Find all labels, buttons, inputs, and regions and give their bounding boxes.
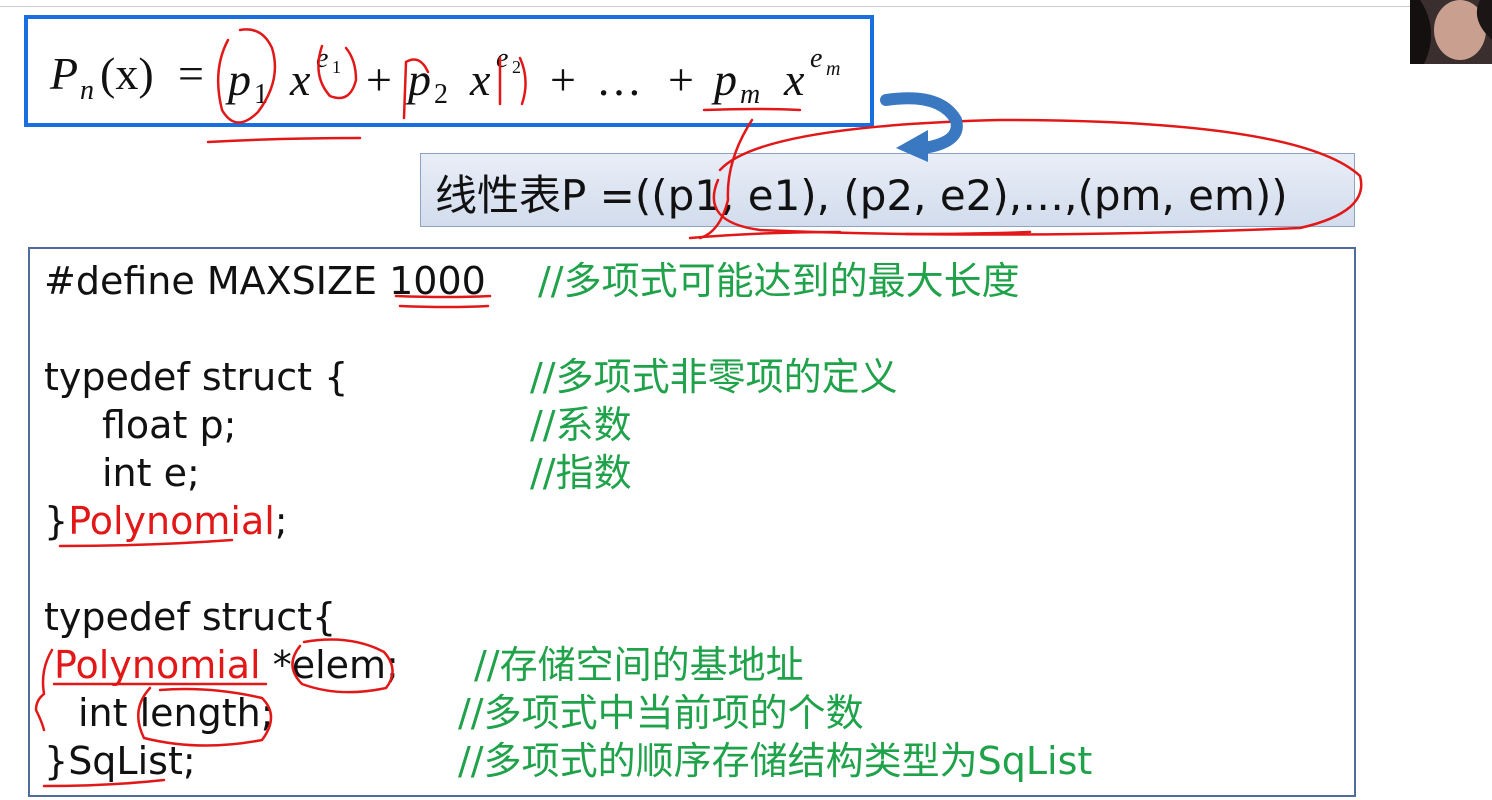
- code-block: #define MAXSIZE 1000 //多项式可能达到的最大长度 type…: [28, 247, 1356, 797]
- formula-x1: x: [289, 54, 311, 105]
- elem-comment: //存储空间的基地址: [474, 643, 804, 687]
- define-value: 1000: [389, 259, 486, 303]
- elem-type: Polynomial: [54, 643, 261, 687]
- define-prefix: #define MAXSIZE: [44, 259, 390, 303]
- struct1-open-comment: //多项式非零项的定义: [530, 355, 898, 399]
- ink-underline-p1e1: [688, 230, 842, 240]
- struct1-close-line: }Polynomial;: [44, 499, 288, 543]
- formula-xm: x: [783, 54, 805, 105]
- struct1-close-brace: }: [44, 499, 69, 543]
- length-comment: //多项式中当前项的个数: [458, 691, 864, 735]
- struct2-close-brace: }: [44, 739, 69, 783]
- formula-p2: p: [405, 54, 431, 105]
- field-p-line: float p;: [102, 403, 237, 447]
- formula-x-arg: (x): [100, 48, 154, 99]
- formula-plus-1: +: [366, 54, 392, 105]
- formula-e1: e: [316, 43, 328, 74]
- struct1-open-line: typedef struct {: [44, 355, 349, 399]
- struct2-name: SqList;: [68, 739, 196, 783]
- formula-em: e: [810, 43, 822, 74]
- formula-plus-3: +: [668, 54, 694, 105]
- struct1-semicolon: ;: [274, 499, 288, 543]
- formula-e1-sub: 1: [332, 57, 341, 77]
- formula-pm-sub: m: [740, 79, 760, 110]
- polynomial-formula-box: P n (x) = p 1 x e 1 + p 2 x e 2 + … + p …: [24, 15, 874, 127]
- ink-underline-p: [206, 136, 362, 144]
- formula-n-subscript: n: [80, 75, 94, 106]
- formula-p-symbol: P: [49, 48, 78, 99]
- formula-p1-sub: 1: [254, 79, 268, 110]
- ink-underline-p2e2: [904, 230, 1032, 236]
- define-line: #define MAXSIZE 1000: [44, 259, 486, 303]
- top-rule: [0, 6, 1410, 7]
- formula-ellipsis: …: [596, 54, 642, 105]
- field-e-line: int e;: [102, 451, 200, 495]
- linear-table-box: 线性表P =((p1, e1), (p2, e2),…,(pm, em)): [420, 153, 1355, 227]
- presenter-webcam-thumbnail: [1410, 0, 1492, 64]
- formula-p2-sub: 2: [434, 79, 448, 110]
- formula-e2-sub: 2: [512, 57, 521, 77]
- elem-name: *elem;: [260, 643, 399, 687]
- formula-x2: x: [469, 54, 491, 105]
- formula-p1: p: [225, 54, 251, 105]
- struct1-name: Polynomial: [68, 499, 275, 543]
- struct2-comment: //多项式的顺序存储结构类型为SqList: [458, 739, 1093, 783]
- struct2-open-line: typedef struct{: [44, 595, 337, 639]
- polynomial-formula: P n (x) = p 1 x e 1 + p 2 x e 2 + … + p …: [49, 43, 840, 110]
- formula-equals: =: [178, 48, 204, 99]
- field-e-comment: //指数: [530, 451, 632, 495]
- elem-line: Polynomial *elem;: [54, 643, 399, 687]
- linear-table-text: 线性表P =((p1, e1), (p2, e2),…,(pm, em)): [435, 171, 1288, 220]
- length-line: int length;: [78, 691, 274, 735]
- formula-plus-2: +: [550, 54, 576, 105]
- struct2-close-line: }SqList;: [44, 739, 196, 783]
- field-p-comment: //系数: [530, 403, 632, 447]
- define-comment: //多项式可能达到的最大长度: [538, 259, 1020, 303]
- formula-pm: p: [711, 54, 737, 105]
- formula-e2: e: [496, 43, 508, 74]
- formula-em-sub: m: [826, 58, 840, 80]
